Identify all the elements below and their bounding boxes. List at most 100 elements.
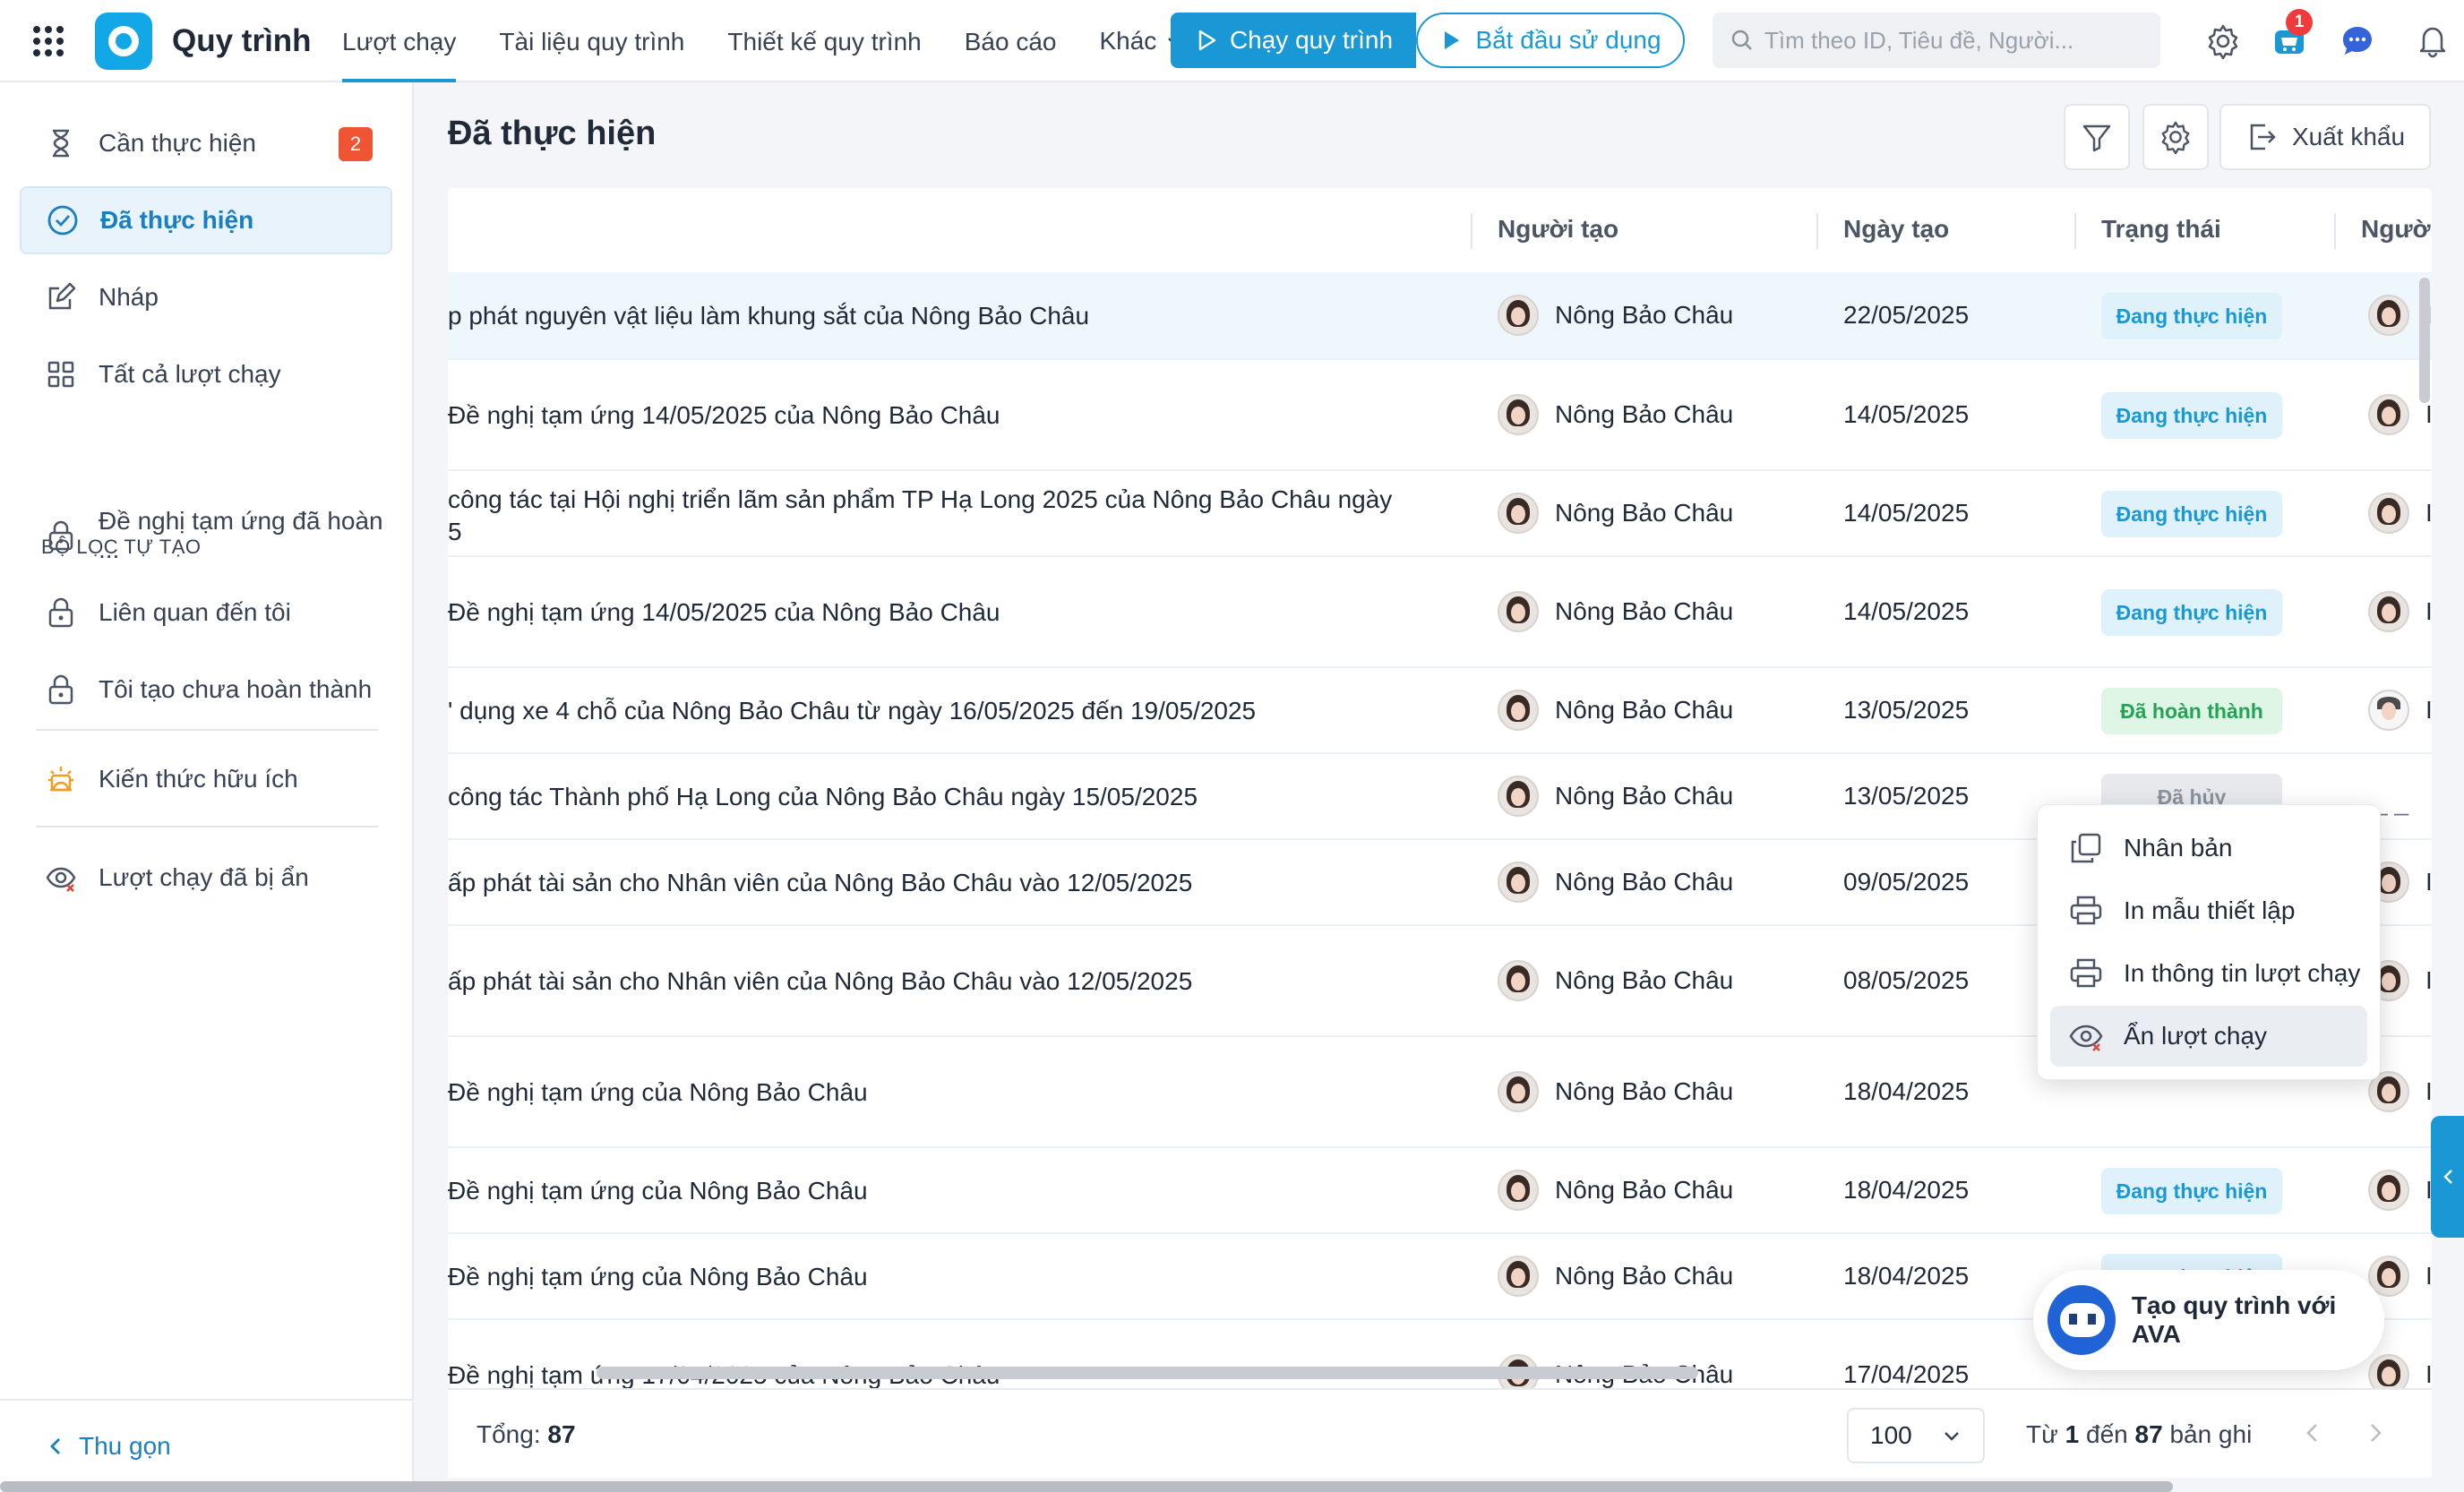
column-settings-button[interactable] bbox=[2142, 104, 2209, 170]
column-header-creator[interactable]: Người tạo bbox=[1498, 215, 1618, 244]
chat-icon[interactable] bbox=[2340, 23, 2375, 59]
creator-cell: Nông Bảo Châu bbox=[1498, 690, 1733, 731]
next-person-name: I bbox=[2425, 499, 2432, 527]
sidebar-filter-advance-done[interactable]: Đề nghị tạm ứng đã hoàn ... bbox=[20, 502, 392, 570]
creator-name: Nông Bảo Châu bbox=[1555, 1176, 1734, 1204]
menu-item-print-template[interactable]: In mẫu thiết lập bbox=[2050, 880, 2367, 941]
get-started-button[interactable]: Bắt đầu sử dụng bbox=[1416, 13, 1685, 68]
chevron-down-icon bbox=[1945, 1432, 1959, 1441]
export-label: Xuất khẩu bbox=[2291, 123, 2406, 150]
sidebar-item-hidden-runs[interactable]: Lượt chạy đã bị ẩn bbox=[20, 844, 392, 912]
next-page-icon[interactable] bbox=[2359, 1417, 2391, 1449]
column-header-created-date[interactable]: Ngày tạo bbox=[1843, 215, 1949, 244]
table-row[interactable]: Đề nghị tạm ứng của Nông Bảo Châu Nông Bả… bbox=[448, 1148, 2432, 1234]
range-prefix: Từ bbox=[2026, 1420, 2058, 1448]
eye-hide-icon bbox=[2069, 1025, 2103, 1051]
top-bar: Quy trình Lượt chạy Tài liệu quy trình T… bbox=[0, 0, 2464, 82]
creator-cell: Nông Bảo Châu bbox=[1498, 1256, 1733, 1297]
sidebar-item-done[interactable]: Đã thực hiện bbox=[20, 186, 392, 254]
sidebar-item-draft[interactable]: Nháp bbox=[20, 263, 392, 331]
get-started-label: Bắt đầu sử dụng bbox=[1475, 26, 1661, 54]
column-header-next-person[interactable]: Người bbox=[2361, 215, 2432, 244]
export-icon bbox=[2250, 124, 2276, 150]
app-launcher-icon[interactable] bbox=[32, 25, 64, 57]
sidebar-item-knowledge[interactable]: Kiến thức hữu ích bbox=[20, 745, 392, 813]
bell-icon[interactable] bbox=[2415, 23, 2451, 59]
column-divider bbox=[2334, 213, 2336, 249]
count-badge: 2 bbox=[339, 127, 373, 161]
search-box[interactable] bbox=[1713, 13, 2160, 68]
run-title[interactable]: p phát nguyên vật liệu làm khung sắt của… bbox=[448, 300, 1487, 332]
table-row[interactable]: p phát nguyên vật liệu làm khung sắt của… bbox=[448, 272, 2432, 360]
lock-icon bbox=[48, 520, 73, 551]
column-divider bbox=[2074, 213, 2076, 249]
ava-assistant-button[interactable]: Tạo quy trình với AVA bbox=[2033, 1270, 2384, 1370]
horizontal-scrollbar[interactable] bbox=[597, 1367, 1698, 1379]
table-row[interactable]: Đề nghị tạm ứng 14/05/2025 của Nông Bảo … bbox=[448, 360, 2432, 471]
run-title[interactable]: ấp phát tài sản cho Nhân viên của Nông B… bbox=[448, 867, 1487, 899]
runs-table: Người tạo Ngày tạo Trạng thái Người p ph… bbox=[448, 188, 2432, 1388]
menu-item-print-run-info[interactable]: In thông tin lượt chạy bbox=[2050, 943, 2367, 1004]
nav-documents[interactable]: Tài liệu quy trình bbox=[477, 0, 706, 82]
grid-icon bbox=[47, 361, 74, 388]
avatar bbox=[2368, 1354, 2409, 1388]
sidebar-item-to-do[interactable]: Cần thực hiện 2 bbox=[20, 109, 392, 177]
run-title[interactable]: Đề nghị tạm ứng của Nông Bảo Châu bbox=[448, 1076, 1487, 1109]
creator-cell: Nông Bảo Châu bbox=[1498, 862, 1733, 903]
nav-reports[interactable]: Báo cáo bbox=[943, 0, 1078, 82]
created-date: 08/05/2025 bbox=[1843, 966, 1970, 994]
creator-cell: Nông Bảo Châu bbox=[1498, 1071, 1733, 1112]
run-title[interactable]: ấp phát tài sản cho Nhân viên của Nông B… bbox=[448, 965, 1487, 998]
vertical-scrollbar[interactable] bbox=[2419, 278, 2430, 403]
sidebar-item-all-runs[interactable]: Tất cả lượt chạy bbox=[20, 340, 392, 408]
run-title[interactable]: Đề nghị tạm ứng của Nông Bảo Châu bbox=[448, 1261, 1487, 1293]
avatar bbox=[1498, 295, 1539, 336]
menu-item-duplicate[interactable]: Nhân bản bbox=[2050, 818, 2367, 879]
filter-button[interactable] bbox=[2064, 104, 2130, 170]
created-date: 09/05/2025 bbox=[1843, 868, 1970, 896]
nav-runs[interactable]: Lượt chạy bbox=[342, 0, 477, 82]
export-button[interactable]: Xuất khẩu bbox=[2219, 104, 2431, 170]
column-header-status[interactable]: Trạng thái bbox=[2101, 215, 2221, 244]
run-title[interactable]: công tác Thành phố Hạ Long của Nông Bảo … bbox=[448, 781, 1487, 813]
avatar bbox=[2368, 394, 2409, 435]
table-row[interactable]: công tác tại Hội nghị triển lãm sản phẩm… bbox=[448, 471, 2432, 557]
printer-icon bbox=[2070, 896, 2102, 925]
table-footer: Tổng: 87 100 Từ 1 đến 87 bản ghi bbox=[448, 1388, 2432, 1478]
run-title[interactable]: Đề nghị tạm ứng 14/05/2025 của Nông Bảo … bbox=[448, 596, 1487, 629]
page-horizontal-scrollbar[interactable] bbox=[0, 1481, 2173, 1492]
table-row[interactable]: ' dụng xe 4 chỗ của Nông Bảo Châu từ ngà… bbox=[448, 668, 2432, 754]
creator-cell: Nông Bảo Châu bbox=[1498, 591, 1733, 632]
created-date: 14/05/2025 bbox=[1843, 499, 1970, 527]
play-outline-icon bbox=[1198, 30, 1216, 51]
nav-design[interactable]: Thiết kế quy trình bbox=[706, 0, 942, 82]
created-date: 14/05/2025 bbox=[1843, 597, 1970, 625]
creator-cell: Nông Bảo Châu bbox=[1498, 776, 1733, 817]
next-person-name: I bbox=[2425, 868, 2432, 896]
next-person-name: I bbox=[2425, 696, 2432, 724]
collapse-sidebar-button[interactable]: Thu gọn bbox=[0, 1399, 412, 1492]
page-size-select[interactable]: 100 bbox=[1847, 1408, 1985, 1463]
created-date: 18/04/2025 bbox=[1843, 1262, 1970, 1290]
settings-icon[interactable] bbox=[2205, 23, 2241, 59]
run-title[interactable]: ' dụng xe 4 chỗ của Nông Bảo Châu từ ngà… bbox=[448, 695, 1487, 727]
search-input[interactable] bbox=[1764, 26, 2141, 55]
run-title[interactable]: công tác tại Hội nghị triển lãm sản phẩm… bbox=[448, 484, 1487, 548]
avatar bbox=[1498, 776, 1539, 817]
sidebar-filter-my-unfinished[interactable]: Tôi tạo chưa hoàn thành bbox=[20, 656, 392, 724]
run-title[interactable]: Đề nghị tạm ứng của Nông Bảo Châu bbox=[448, 1175, 1487, 1207]
sidebar-filter-related[interactable]: Liên quan đến tôi bbox=[20, 579, 392, 647]
sidebar-item-label: Đã thực hiện bbox=[100, 206, 254, 234]
avatar bbox=[1498, 960, 1539, 1001]
creator-name: Nông Bảo Châu bbox=[1555, 966, 1734, 994]
menu-item-hide-run[interactable]: Ẩn lượt chạy bbox=[2050, 1006, 2367, 1067]
expand-panel-tab[interactable] bbox=[2431, 1116, 2464, 1238]
next-person-name: I bbox=[2425, 400, 2432, 428]
sidebar: Cần thực hiện 2 Đã thực hiện Nháp Tất cả… bbox=[0, 82, 414, 1492]
prev-page-icon[interactable] bbox=[2297, 1417, 2329, 1449]
run-title[interactable]: Đề nghị tạm ứng 14/05/2025 của Nông Bảo … bbox=[448, 399, 1487, 432]
status-badge: Đang thực hiện bbox=[2101, 491, 2282, 537]
table-row[interactable]: Đề nghị tạm ứng 14/05/2025 của Nông Bảo … bbox=[448, 557, 2432, 668]
run-process-button[interactable]: Chạy quy trình bbox=[1171, 13, 1416, 68]
menu-item-label: Nhân bản bbox=[2124, 834, 2233, 862]
